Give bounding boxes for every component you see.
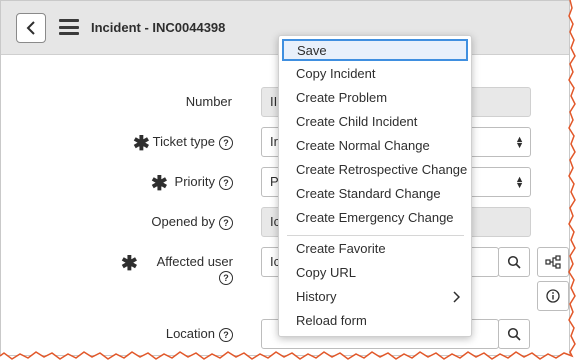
select-arrows-icon: ▲ ▼ [515,134,524,150]
search-icon [507,327,521,341]
chevron-right-icon [453,291,460,303]
menu-divider [287,235,464,236]
help-icon[interactable]: ? [219,135,233,150]
menu-item-reload-form[interactable]: Reload form [280,309,470,333]
location-label: Location? [151,326,233,342]
context-menu: Save Copy Incident Create Problem Create… [278,35,472,337]
mandatory-icon: ✱ [151,173,168,195]
menu-item-save[interactable]: Save [282,39,468,61]
back-button[interactable] [16,13,46,43]
hamburger-icon [59,19,79,22]
ticket-type-value: Ir [270,134,278,149]
menu-item-create-normal-change[interactable]: Create Normal Change [280,134,470,158]
menu-item-create-retrospective-change[interactable]: Create Retrospective Change [280,158,470,182]
chevron-left-icon [26,21,35,35]
mandatory-icon: ✱ [121,253,138,275]
select-arrows-icon: ▲ ▼ [515,174,524,190]
menu-item-create-standard-change[interactable]: Create Standard Change [280,182,470,206]
opened-by-label: Opened by? [151,214,233,230]
mandatory-icon: ✱ [133,133,150,155]
help-icon[interactable]: ? [219,270,233,285]
help-icon[interactable]: ? [219,175,233,190]
menu-item-copy-incident[interactable]: Copy Incident [280,62,470,86]
affected-user-lookup-button[interactable] [498,247,530,277]
priority-label: Priority? [173,174,233,190]
form-window: Incident - INC0044398 Number II ✱ Ticket… [0,0,570,356]
hierarchy-icon [545,255,561,269]
menu-item-history[interactable]: History [280,285,470,309]
affected-user-label: Affected user? [156,254,233,285]
number-label: Number [185,94,232,109]
menu-item-copy-url[interactable]: Copy URL [280,261,470,285]
info-button[interactable] [537,281,569,311]
help-icon[interactable]: ? [219,327,233,342]
menu-item-create-emergency-change[interactable]: Create Emergency Change [280,206,470,230]
ticket-type-label: Ticket type? [151,134,233,150]
menu-item-history-label: History [296,289,337,304]
menu-item-create-child-incident[interactable]: Create Child Incident [280,110,470,134]
menu-item-create-favorite[interactable]: Create Favorite [280,237,470,261]
page-title: Incident - INC0044398 [91,20,226,35]
location-lookup-button[interactable] [498,319,530,349]
info-icon [546,289,560,303]
menu-item-create-problem[interactable]: Create Problem [280,86,470,110]
context-menu-button[interactable] [59,19,79,35]
search-icon [507,255,521,269]
show-related-button[interactable] [537,247,569,277]
help-icon[interactable]: ? [219,215,233,230]
